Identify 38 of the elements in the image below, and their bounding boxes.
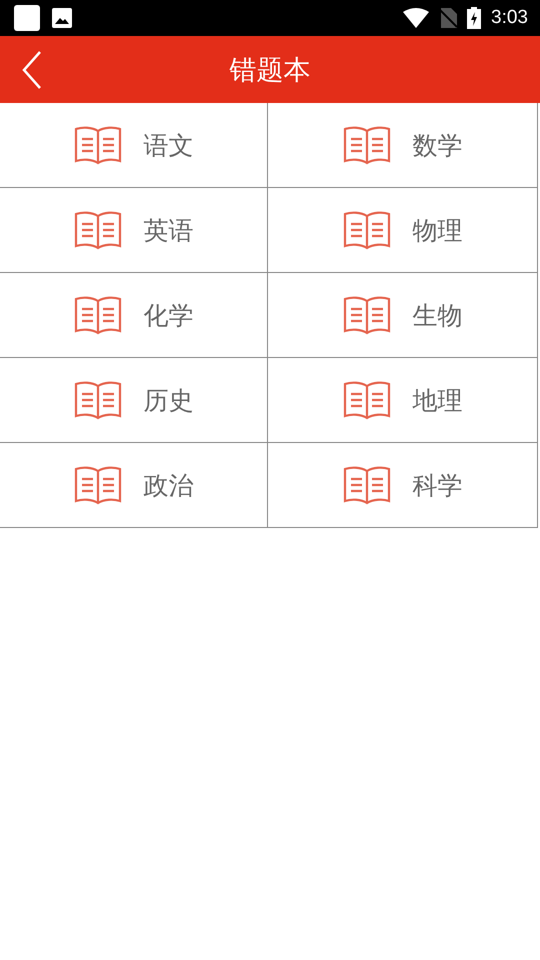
page-title: 错题本 <box>230 54 310 88</box>
image-icon <box>52 8 72 28</box>
subject-tile[interactable]: 化学 <box>0 273 268 358</box>
book-icon <box>342 295 390 335</box>
subject-tile[interactable]: 政治 <box>0 443 268 528</box>
subject-label: 地理 <box>412 384 462 416</box>
book-icon <box>74 465 122 505</box>
no-sim-icon <box>439 8 458 28</box>
subject-label: 生物 <box>412 300 462 332</box>
subject-tile[interactable]: 语文 <box>0 103 268 188</box>
wifi-icon <box>403 8 430 28</box>
subject-tile[interactable]: 物理 <box>268 188 538 273</box>
battery-icon <box>467 7 482 29</box>
clock-time: 3:03 <box>491 7 528 29</box>
book-icon <box>342 465 390 505</box>
subject-label: 化学 <box>144 300 194 332</box>
subject-tile[interactable]: 生物 <box>268 273 538 358</box>
subject-label: 政治 <box>144 470 194 502</box>
book-icon <box>342 125 390 165</box>
subject-tile[interactable]: 数学 <box>268 103 538 188</box>
book-icon <box>342 380 390 420</box>
book-icon <box>342 210 390 250</box>
subject-label: 数学 <box>412 130 462 162</box>
subject-tile[interactable]: 科学 <box>268 443 538 528</box>
subject-tile[interactable]: 地理 <box>268 358 538 443</box>
book-icon <box>74 125 122 165</box>
app-icon <box>14 5 40 31</box>
subject-label: 历史 <box>144 384 194 416</box>
back-icon <box>22 51 42 89</box>
subject-label: 英语 <box>144 214 194 246</box>
subject-label: 语文 <box>144 130 194 162</box>
subject-label: 科学 <box>412 470 462 502</box>
book-icon <box>74 210 122 250</box>
subject-tile[interactable]: 历史 <box>0 358 268 443</box>
book-icon <box>74 380 122 420</box>
subject-tile[interactable]: 英语 <box>0 188 268 273</box>
subject-label: 物理 <box>412 214 462 246</box>
book-icon <box>74 295 122 335</box>
